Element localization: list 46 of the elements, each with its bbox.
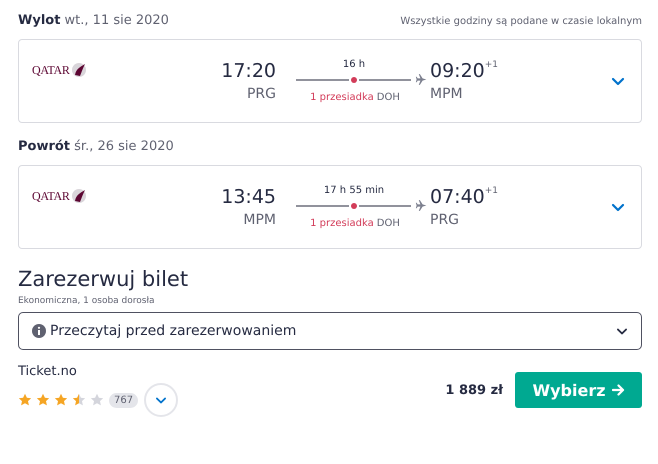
arrival-time: 09:20 [430, 60, 485, 82]
oryx-icon [70, 188, 87, 204]
notice-label: Przeczytaj przed zarezerwowaniem [50, 323, 298, 339]
arrival-airport: PRG [430, 212, 460, 228]
flight-card[interactable]: QATAR 17:20 PRG 16 h 1 przesiadka DOH 09:20$^{+1}$ MPM [18, 39, 642, 123]
departure-time: 13:45 [221, 186, 276, 208]
plane-icon [415, 199, 428, 212]
day-offset: +1 [484, 186, 498, 196]
departure-airport: PRG [246, 86, 276, 102]
stop-airport: DOH [376, 92, 400, 103]
airline-logo-text: QATAR [32, 62, 70, 78]
notice-dropdown[interactable]: Przeczytaj przed zarezerwowaniem [18, 312, 642, 350]
plane-icon [415, 73, 428, 86]
section-title: Zarezerwuj bilet [18, 267, 190, 291]
star-icon [18, 393, 32, 407]
price: 1 889 zł [445, 382, 503, 398]
oryx-icon [70, 62, 87, 78]
leg-heading: Wylot wt., 11 sie 2020 [18, 13, 169, 28]
stop-count: 1 przesiadka [310, 218, 374, 229]
day-offset: +1 [484, 60, 498, 70]
airline-logo-text: QATAR [32, 188, 70, 204]
info-icon [32, 324, 46, 338]
departure-time: 17:20 [221, 60, 276, 82]
arrival-airport: MPM [430, 86, 464, 102]
stop-count: 1 przesiadka [310, 92, 374, 103]
provider-name: Ticket.no [18, 364, 78, 379]
flight-duration: 17 h 55 min [324, 185, 384, 196]
arrival-time: 07:40 [430, 186, 485, 208]
review-count-badge: 767 [109, 392, 138, 408]
chevron-down-icon [155, 396, 168, 404]
flight-duration: 16 h [342, 59, 366, 70]
star-icon [54, 393, 68, 407]
arrow-right-icon [612, 384, 625, 396]
star-icon [36, 393, 50, 407]
leg-heading: Powrót śr., 26 sie 2020 [18, 139, 174, 154]
departure-airport: MPM [243, 212, 276, 228]
star-icon [72, 393, 86, 407]
chevron-down-icon [616, 326, 628, 336]
timezone-note: Wszystkie godziny są podane w czasie lokalnym [400, 16, 642, 27]
chevron-down-icon [611, 76, 625, 87]
expand-button[interactable] [144, 383, 178, 417]
flight-card[interactable]: QATAR 13:45 MPM 17 h 55 min 1 przesiadka DOH 07:40$^{+1}$ PRG [18, 165, 642, 249]
fare-subtitle: Ekonomiczna, 1 osoba dorosła [18, 296, 156, 306]
star-icon [90, 393, 104, 407]
chevron-down-icon [611, 202, 625, 213]
stop-airport: DOH [376, 218, 400, 229]
